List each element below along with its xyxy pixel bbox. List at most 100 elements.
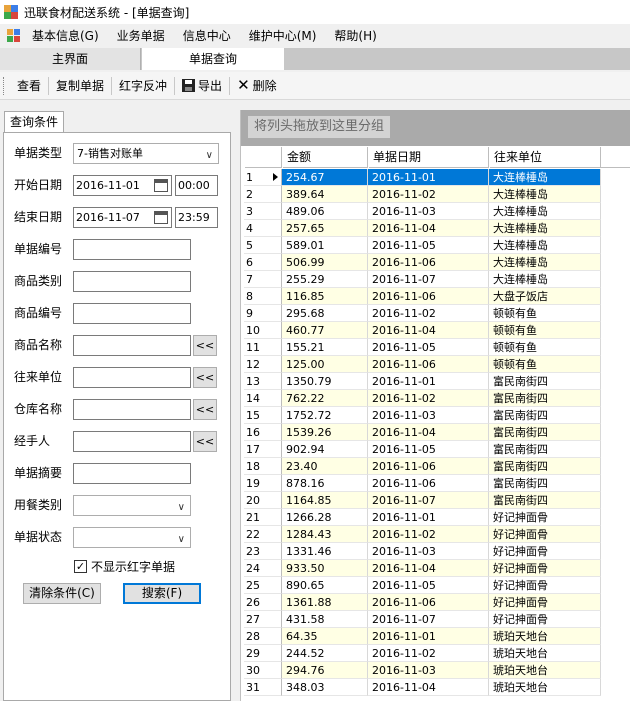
date-cell[interactable]: 2016-11-03 <box>368 203 489 220</box>
copy-doc-button[interactable]: 复制单据 <box>52 75 108 97</box>
date-cell[interactable]: 2016-11-02 <box>368 186 489 203</box>
date-cell[interactable]: 2016-11-04 <box>368 560 489 577</box>
row-number-cell[interactable]: 21 <box>244 509 282 526</box>
row-number-cell[interactable]: 5 <box>244 237 282 254</box>
date-cell[interactable]: 2016-11-06 <box>368 356 489 373</box>
amount-cell[interactable]: 23.40 <box>282 458 368 475</box>
row-number-cell[interactable]: 6 <box>244 254 282 271</box>
partner-cell[interactable]: 顿顿有鱼 <box>489 322 601 339</box>
app-menu-icon[interactable] <box>6 28 22 44</box>
row-number-cell[interactable]: 14 <box>244 390 282 407</box>
table-row[interactable]: 30 294.76 2016-11-03 琥珀天地台 <box>244 662 630 679</box>
amount-cell[interactable]: 294.76 <box>282 662 368 679</box>
row-number-cell[interactable]: 16 <box>244 424 282 441</box>
date-cell[interactable]: 2016-11-01 <box>368 509 489 526</box>
table-row[interactable]: 8 116.85 2016-11-06 大盘子饭店 <box>244 288 630 305</box>
handler-picker-button[interactable]: << <box>193 431 217 452</box>
partner-cell[interactable]: 大连棒棰岛 <box>489 271 601 288</box>
delete-button[interactable]: ✕ 删除 <box>233 75 281 97</box>
table-row[interactable]: 23 1331.46 2016-11-03 好记抻面骨 <box>244 543 630 560</box>
goods-no-input[interactable] <box>73 303 191 324</box>
date-cell[interactable]: 2016-11-03 <box>368 407 489 424</box>
column-header-date[interactable]: 单据日期 <box>368 147 489 168</box>
warehouse-input[interactable] <box>73 399 191 420</box>
start-date-picker[interactable]: 2016-11-01 <box>73 175 172 196</box>
amount-cell[interactable]: 155.21 <box>282 339 368 356</box>
partner-cell[interactable]: 琥珀天地台 <box>489 679 601 696</box>
amount-cell[interactable]: 125.00 <box>282 356 368 373</box>
row-number-cell[interactable]: 20 <box>244 492 282 509</box>
table-row[interactable]: 10 460.77 2016-11-04 顿顿有鱼 <box>244 322 630 339</box>
row-number-cell[interactable]: 13 <box>244 373 282 390</box>
amount-cell[interactable]: 878.16 <box>282 475 368 492</box>
partner-cell[interactable]: 好记抻面骨 <box>489 594 601 611</box>
status-select[interactable]: ∨ <box>73 527 191 548</box>
table-row[interactable]: 9 295.68 2016-11-02 顿顿有鱼 <box>244 305 630 322</box>
date-cell[interactable]: 2016-11-07 <box>368 271 489 288</box>
amount-cell[interactable]: 1350.79 <box>282 373 368 390</box>
table-row[interactable]: 7 255.29 2016-11-07 大连棒棰岛 <box>244 271 630 288</box>
partner-cell[interactable]: 富民南街四 <box>489 424 601 441</box>
date-cell[interactable]: 2016-11-05 <box>368 577 489 594</box>
amount-cell[interactable]: 1164.85 <box>282 492 368 509</box>
partner-cell[interactable]: 大连棒棰岛 <box>489 254 601 271</box>
amount-cell[interactable]: 257.65 <box>282 220 368 237</box>
partner-cell[interactable]: 富民南街四 <box>489 373 601 390</box>
partner-cell[interactable]: 琥珀天地台 <box>489 645 601 662</box>
table-row[interactable]: 11 155.21 2016-11-05 顿顿有鱼 <box>244 339 630 356</box>
hide-red-docs-checkbox[interactable]: ✓ <box>74 559 87 573</box>
warehouse-picker-button[interactable]: << <box>193 399 217 420</box>
amount-cell[interactable]: 255.29 <box>282 271 368 288</box>
row-number-cell[interactable]: 22 <box>244 526 282 543</box>
table-row[interactable]: 6 506.99 2016-11-06 大连棒棰岛 <box>244 254 630 271</box>
amount-cell[interactable]: 902.94 <box>282 441 368 458</box>
date-cell[interactable]: 2016-11-02 <box>368 305 489 322</box>
table-row[interactable]: 1 254.67 2016-11-01 大连棒棰岛 <box>244 169 630 186</box>
row-number-cell[interactable]: 17 <box>244 441 282 458</box>
table-row[interactable]: 15 1752.72 2016-11-03 富民南街四 <box>244 407 630 424</box>
table-row[interactable]: 27 431.58 2016-11-07 好记抻面骨 <box>244 611 630 628</box>
amount-cell[interactable]: 506.99 <box>282 254 368 271</box>
row-number-cell[interactable]: 12 <box>244 356 282 373</box>
partner-cell[interactable]: 顿顿有鱼 <box>489 305 601 322</box>
table-row[interactable]: 22 1284.43 2016-11-02 好记抻面骨 <box>244 526 630 543</box>
partner-cell[interactable]: 大盘子饭店 <box>489 288 601 305</box>
partner-cell[interactable]: 大连棒棰岛 <box>489 169 601 186</box>
amount-cell[interactable]: 1284.43 <box>282 526 368 543</box>
handler-input[interactable] <box>73 431 191 452</box>
view-button[interactable]: 查看 <box>13 75 45 97</box>
row-number-cell[interactable]: 18 <box>244 458 282 475</box>
table-row[interactable]: 14 762.22 2016-11-02 富民南街四 <box>244 390 630 407</box>
partner-cell[interactable]: 大连棒棰岛 <box>489 237 601 254</box>
table-row[interactable]: 25 890.65 2016-11-05 好记抻面骨 <box>244 577 630 594</box>
row-number-cell[interactable]: 10 <box>244 322 282 339</box>
row-number-cell[interactable]: 27 <box>244 611 282 628</box>
amount-cell[interactable]: 1539.26 <box>282 424 368 441</box>
calendar-icon[interactable] <box>154 211 168 224</box>
goods-name-input[interactable] <box>73 335 191 356</box>
amount-cell[interactable]: 1361.88 <box>282 594 368 611</box>
table-row[interactable]: 20 1164.85 2016-11-07 富民南街四 <box>244 492 630 509</box>
partner-input[interactable] <box>73 367 191 388</box>
tab-main[interactable]: 主界面 <box>0 48 141 70</box>
column-header-partner[interactable]: 往来单位 <box>489 147 601 168</box>
table-row[interactable]: 28 64.35 2016-11-01 琥珀天地台 <box>244 628 630 645</box>
partner-cell[interactable]: 顿顿有鱼 <box>489 356 601 373</box>
amount-cell[interactable]: 1752.72 <box>282 407 368 424</box>
row-number-cell[interactable]: 28 <box>244 628 282 645</box>
partner-cell[interactable]: 好记抻面骨 <box>489 526 601 543</box>
end-time-field[interactable]: 23:59 <box>175 207 218 228</box>
date-cell[interactable]: 2016-11-04 <box>368 220 489 237</box>
goods-name-picker-button[interactable]: << <box>193 335 217 356</box>
table-row[interactable]: 17 902.94 2016-11-05 富民南街四 <box>244 441 630 458</box>
amount-cell[interactable]: 890.65 <box>282 577 368 594</box>
date-cell[interactable]: 2016-11-01 <box>368 628 489 645</box>
menu-help[interactable]: 帮助(H) <box>334 27 376 44</box>
amount-cell[interactable]: 589.01 <box>282 237 368 254</box>
amount-cell[interactable]: 244.52 <box>282 645 368 662</box>
date-cell[interactable]: 2016-11-01 <box>368 373 489 390</box>
table-row[interactable]: 21 1266.28 2016-11-01 好记抻面骨 <box>244 509 630 526</box>
amount-cell[interactable]: 460.77 <box>282 322 368 339</box>
table-row[interactable]: 24 933.50 2016-11-04 好记抻面骨 <box>244 560 630 577</box>
row-number-cell[interactable]: 19 <box>244 475 282 492</box>
